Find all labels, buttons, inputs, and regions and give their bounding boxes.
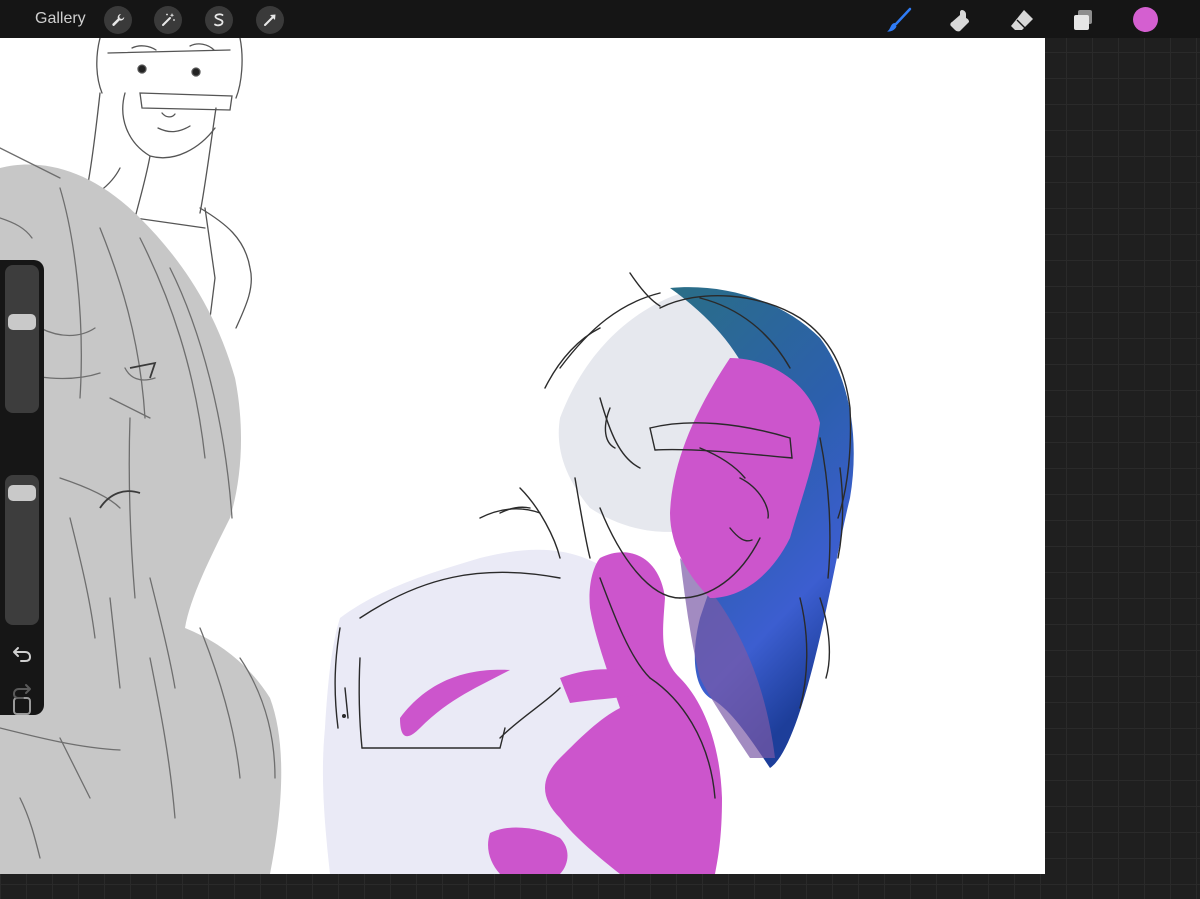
eraser-icon <box>1011 10 1033 30</box>
brush-sidebar <box>0 260 44 715</box>
drawing-canvas[interactable] <box>0 38 1045 874</box>
undo-button[interactable] <box>10 643 34 665</box>
eraser-tool-button[interactable] <box>1007 5 1037 35</box>
top-toolbar: Gallery <box>0 0 1200 38</box>
smudge-icon <box>950 10 969 32</box>
undo-icon <box>13 647 32 662</box>
redo-button[interactable] <box>10 680 34 702</box>
canvas-artwork <box>0 38 854 874</box>
layers-icon <box>1074 10 1092 30</box>
actions-button[interactable] <box>104 6 132 34</box>
transform-button[interactable] <box>256 6 284 34</box>
selection-icon <box>214 13 224 27</box>
selection-button[interactable] <box>205 6 233 34</box>
layers-button[interactable] <box>1068 5 1098 35</box>
redo-icon <box>12 684 31 699</box>
brush-size-knob[interactable] <box>8 313 36 330</box>
gallery-button[interactable]: Gallery <box>35 10 86 28</box>
transform-arrow-icon <box>264 14 276 26</box>
brush-size-slider[interactable] <box>5 265 39 413</box>
magic-wand-icon <box>162 13 175 26</box>
color-picker-swatch[interactable] <box>1133 7 1158 32</box>
smudge-tool-button[interactable] <box>946 5 976 35</box>
brush-tool-button[interactable] <box>884 5 914 35</box>
adjustments-button[interactable] <box>154 6 182 34</box>
opacity-knob[interactable] <box>8 484 36 501</box>
brush-icon <box>887 7 912 32</box>
opacity-slider[interactable] <box>5 475 39 625</box>
colored-figure-right <box>322 272 854 874</box>
wrench-icon <box>112 14 125 26</box>
